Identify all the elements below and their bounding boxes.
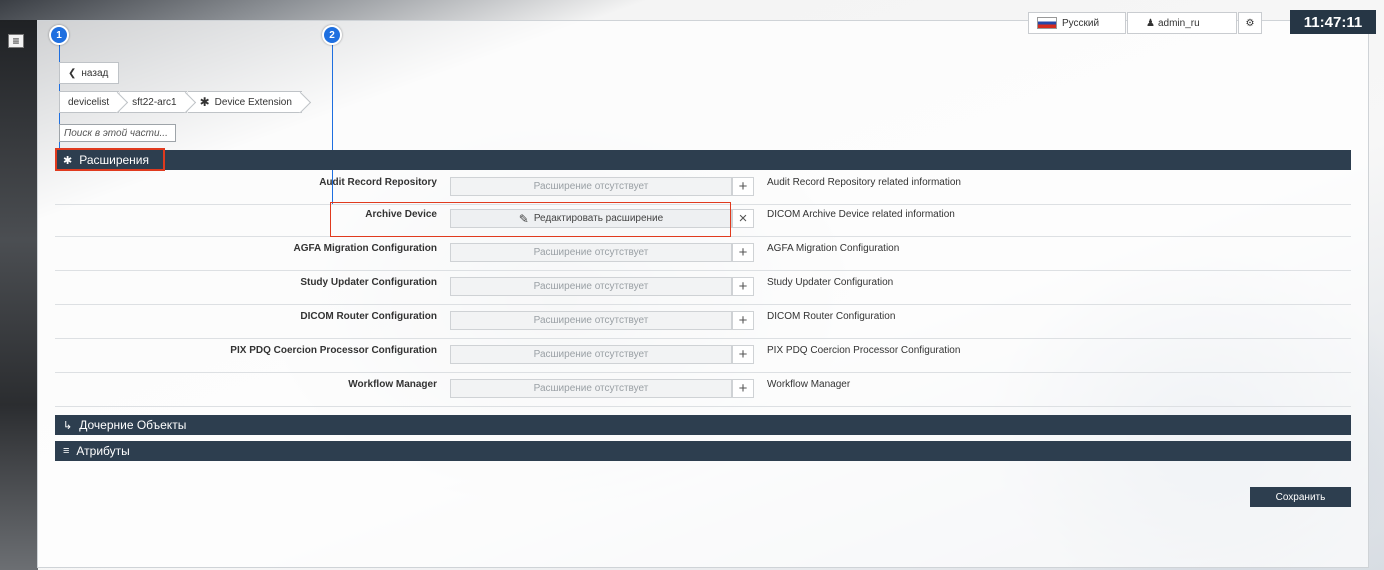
puzzle-icon: ✱ [199,95,210,109]
user-icon: ♟ [1146,17,1155,29]
add-extension-button[interactable]: + [732,311,754,330]
extension-field[interactable]: Расширение отсутствует [450,379,732,398]
extensions-section-header[interactable]: ✱ Расширения [55,150,1351,170]
language-selector[interactable]: Русский [1028,12,1126,34]
remove-extension-button[interactable]: × [732,209,754,228]
back-button[interactable]: ❮ назад [59,62,119,84]
row-description: DICOM Archive Device related information [767,209,955,220]
russian-flag-icon [1037,17,1057,29]
callout-1-badge: 1 [49,25,69,45]
breadcrumb-item-extension[interactable]: ✱ Device Extension [187,91,302,113]
row-label: Archive Device [365,209,437,220]
breadcrumb-label: sft22-arc1 [132,96,177,108]
attributes-section-header[interactable]: ≡ Атрибуты [55,441,1351,461]
add-extension-button[interactable]: + [732,277,754,296]
extension-row: DICOM Router Configuration Расширение от… [55,305,1351,339]
row-label: Audit Record Repository [319,177,437,188]
section-title: Дочерние Объекты [79,418,187,432]
user-menu[interactable]: ♟ admin_ru [1127,12,1237,34]
add-extension-button[interactable]: + [732,379,754,398]
username-label: admin_ru [1157,17,1200,29]
gear-icon: ⚙ [1245,17,1255,29]
edit-extension-button[interactable]: ✎ Редактировать расширение [450,209,732,228]
search-input[interactable] [59,124,176,142]
add-extension-button[interactable]: + [732,177,754,196]
add-extension-button[interactable]: + [732,345,754,364]
row-description: Study Updater Configuration [767,277,894,288]
extension-row: Study Updater Configuration Расширение о… [55,271,1351,305]
language-label: Русский [1062,17,1100,29]
extension-field[interactable]: Расширение отсутствует [450,311,732,330]
section-title: Расширения [79,153,150,167]
row-label: DICOM Router Configuration [300,311,437,322]
row-description: Workflow Manager [767,379,851,390]
extension-field[interactable]: Расширение отсутствует [450,243,732,262]
row-label: PIX PDQ Coercion Processor Configuration [230,345,437,356]
row-description: Audit Record Repository related informat… [767,177,961,188]
breadcrumb-label: devicelist [68,96,110,108]
extension-field[interactable]: Расширение отсутствует [450,277,732,296]
child-objects-section-header[interactable]: ↳ Дочерние Объекты [55,415,1351,435]
edit-extension-label: Редактировать расширение [533,213,664,224]
row-description: PIX PDQ Coercion Processor Configuration [767,345,961,356]
menu-icon[interactable]: ≡ [8,34,24,48]
save-button[interactable]: Сохранить [1250,487,1351,507]
settings-button[interactable]: ⚙ [1238,12,1262,34]
breadcrumb-item-devicelist[interactable]: devicelist [59,91,120,113]
row-label: Study Updater Configuration [300,277,437,288]
extension-row: PIX PDQ Coercion Processor Configuration… [55,339,1351,373]
subdirectory-arrow-icon: ↳ [63,419,73,432]
extension-row: Archive Device ✎ Редактировать расширени… [55,203,1351,237]
row-description: DICOM Router Configuration [767,311,896,322]
extension-row: AGFA Migration Configuration Расширение … [55,237,1351,271]
background-left-strip [0,20,38,570]
puzzle-icon: ✱ [63,154,73,167]
pencil-icon: ✎ [518,211,529,226]
extension-row: Audit Record Repository Расширение отсут… [55,171,1351,205]
breadcrumb: devicelist sft22-arc1 ✱ Device Extension [59,91,303,113]
section-title: Атрибуты [76,444,130,458]
breadcrumb-item-device[interactable]: sft22-arc1 [120,91,187,113]
extension-field[interactable]: Расширение отсутствует [450,177,732,196]
back-label: назад [81,67,109,79]
add-extension-button[interactable]: + [732,243,754,262]
clock: 11:47:11 [1290,10,1376,34]
breadcrumb-label: Device Extension [214,96,292,108]
extension-field[interactable]: Расширение отсутствует [450,345,732,364]
extension-row: Workflow Manager Расширение отсутствует … [55,373,1351,407]
callout-2-badge: 2 [322,25,342,45]
row-label: AGFA Migration Configuration [293,243,437,254]
row-description: AGFA Migration Configuration [767,243,900,254]
chevron-left-icon: ❮ [68,67,77,79]
list-icon: ≡ [63,445,70,457]
row-label: Workflow Manager [348,379,437,390]
